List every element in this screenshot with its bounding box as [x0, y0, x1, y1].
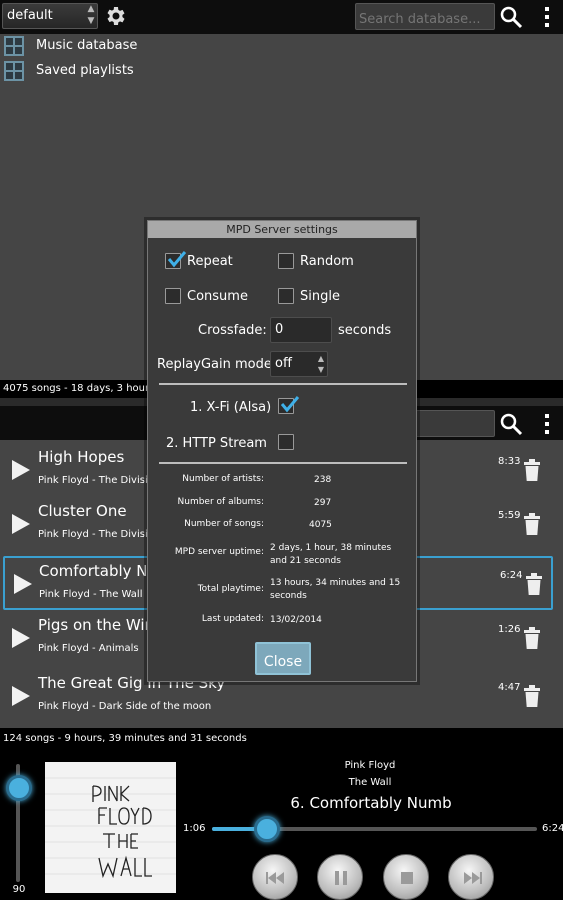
play-icon[interactable] — [14, 574, 32, 594]
track-artist-album: Pink Floyd - The Divisi — [38, 475, 148, 486]
previous-icon — [266, 872, 284, 884]
stat-label: Number of artists: — [182, 474, 264, 484]
album-cover[interactable] — [45, 762, 176, 893]
single-label: Single — [300, 289, 340, 304]
track-title: Cluster One — [38, 502, 127, 520]
crossfade-value: 0 — [275, 322, 284, 337]
checkmark-icon — [280, 396, 300, 413]
grid-icon — [4, 61, 24, 81]
stat-label: Number of albums: — [177, 497, 264, 507]
stat-label: Number of songs: — [184, 519, 264, 529]
stat-value: 13 hours, 34 minutes and 15 seconds — [270, 578, 401, 601]
search-database-input[interactable] — [355, 3, 495, 30]
track-title: Comfortably Nu — [39, 562, 158, 580]
search-icon[interactable] — [499, 5, 523, 29]
previous-button[interactable] — [252, 854, 298, 900]
play-icon[interactable] — [12, 686, 30, 706]
random-label: Random — [300, 254, 354, 269]
replaygain-label: ReplayGain mode: — [157, 357, 277, 372]
replaygain-value: off — [275, 356, 292, 371]
stop-icon — [401, 872, 413, 884]
output-label: 1. X-Fi (Alsa) — [190, 400, 272, 415]
output-checkbox[interactable] — [278, 396, 300, 414]
crossfade-unit: seconds — [338, 323, 392, 338]
track-duration: 6:24 — [500, 570, 523, 581]
play-icon[interactable] — [12, 460, 30, 480]
next-button[interactable] — [448, 854, 494, 900]
output-checkbox[interactable] — [278, 434, 294, 450]
stat-value: 2 days, 1 hour, 38 minutes and 21 second… — [270, 543, 392, 566]
tree-item-label: Music database — [36, 38, 138, 53]
track-duration: 8:33 — [498, 456, 521, 467]
close-button[interactable]: Close — [255, 642, 311, 675]
track-artist-album: Pink Floyd - The Divisi — [38, 529, 148, 540]
dialog-divider — [159, 462, 407, 464]
next-icon — [464, 872, 482, 884]
track-duration: 5:59 — [498, 510, 521, 521]
total-time: 6:24 — [542, 823, 563, 834]
stat-label: MPD server uptime: — [174, 547, 264, 557]
trash-icon[interactable] — [524, 626, 540, 650]
track-title: High Hopes — [38, 448, 125, 466]
consume-checkbox[interactable] — [165, 288, 181, 304]
dialog-title: MPD Server settings — [148, 221, 416, 238]
overflow-menu-icon[interactable] — [540, 5, 554, 29]
profile-select-value: default — [7, 8, 53, 23]
trash-icon[interactable] — [524, 684, 540, 708]
play-icon[interactable] — [12, 628, 30, 648]
play-icon[interactable] — [12, 514, 30, 534]
stop-button[interactable] — [383, 854, 429, 900]
grid-icon — [4, 36, 24, 56]
stat-value: 238 — [314, 475, 332, 485]
repeat-label: Repeat — [187, 254, 233, 269]
track-artist-album: Pink Floyd - The Wall — [39, 589, 143, 600]
trash-icon[interactable] — [524, 458, 540, 482]
pause-button[interactable] — [317, 854, 363, 900]
crossfade-label: Crossfade: — [198, 323, 267, 338]
stat-value: 297 — [314, 498, 332, 508]
repeat-checkbox[interactable] — [165, 251, 187, 269]
track-artist-album: Pink Floyd - Dark Side of the moon — [38, 701, 212, 712]
crossfade-input[interactable]: 0 — [270, 317, 332, 343]
stat-value: 4075 — [309, 520, 332, 530]
checkmark-icon — [167, 251, 187, 268]
stat-value: 13/02/2014 — [270, 615, 322, 625]
track-artist-album: Pink Floyd - Animals — [38, 643, 139, 654]
volume-slider-thumb[interactable] — [6, 775, 32, 801]
overflow-menu-icon[interactable] — [540, 412, 554, 436]
spinner-arrows-icon: ▲ ▼ — [317, 354, 324, 374]
spinner-arrows-icon: ▲ ▼ — [87, 4, 95, 26]
profile-select[interactable]: default — [2, 3, 98, 29]
pause-icon — [335, 871, 347, 885]
album-art-image — [45, 762, 176, 893]
gear-icon[interactable] — [103, 4, 127, 28]
search-icon[interactable] — [499, 412, 523, 436]
now-playing-artist: Pink Floyd — [344, 760, 396, 771]
volume-value: 90 — [12, 884, 26, 895]
random-checkbox[interactable] — [278, 253, 294, 269]
track-duration: 1:26 — [498, 624, 521, 635]
stat-label: Total playtime: — [197, 584, 264, 594]
track-duration: 4:47 — [498, 682, 521, 693]
now-playing-title: 6. Comfortably Numb — [290, 794, 452, 812]
consume-label: Consume — [187, 289, 248, 304]
dialog-divider — [159, 383, 407, 385]
replaygain-select[interactable]: off ▲ ▼ — [270, 351, 328, 377]
now-playing-album: The Wall — [348, 777, 392, 788]
trash-icon[interactable] — [526, 572, 542, 596]
output-label: 2. HTTP Stream — [166, 436, 267, 451]
tree-item-label: Saved playlists — [36, 63, 134, 78]
stat-label: Last updated: — [201, 614, 264, 624]
elapsed-time: 1:06 — [183, 823, 206, 834]
single-checkbox[interactable] — [278, 288, 294, 304]
trash-icon[interactable] — [524, 512, 540, 536]
playlist-status: 124 songs - 9 hours, 39 minutes and 31 s… — [0, 728, 563, 750]
